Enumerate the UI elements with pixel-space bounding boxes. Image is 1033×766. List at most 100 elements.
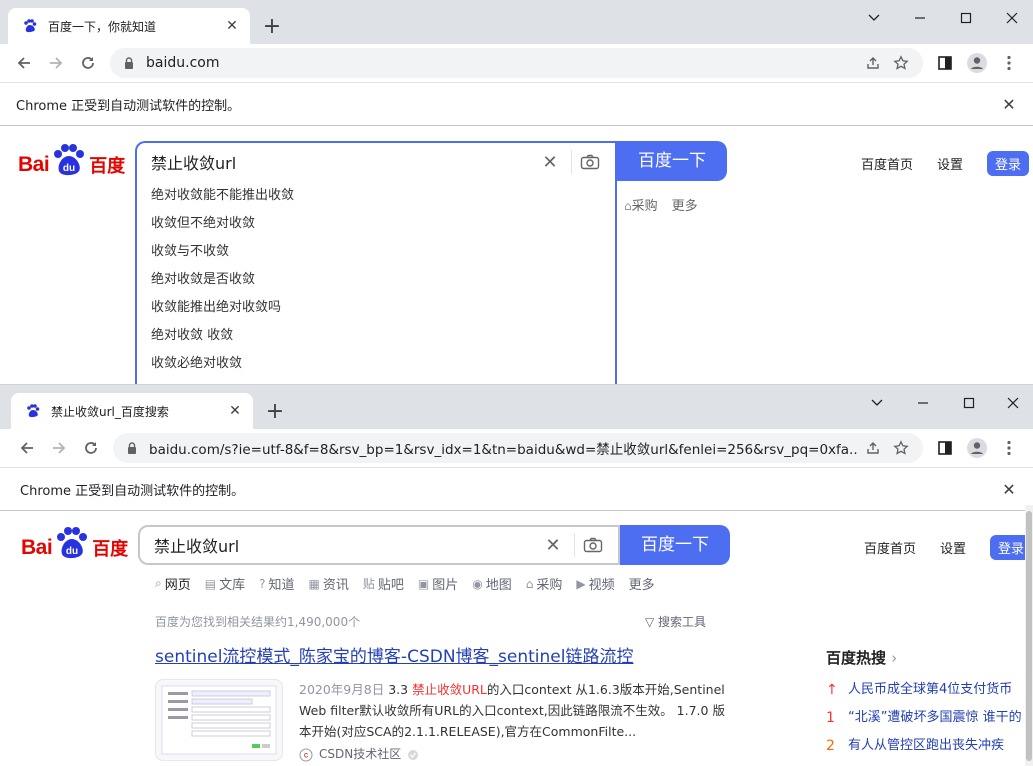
camera-icon[interactable]: [574, 533, 610, 557]
tab-video[interactable]: ▶ 视频: [576, 574, 614, 594]
side-panel-icon[interactable]: [929, 432, 961, 464]
reload-button[interactable]: [75, 432, 107, 464]
tab-label: 采购: [536, 578, 563, 593]
automation-infobar: Chrome 正受到自动测试软件的控制。 ✕: [0, 467, 1033, 511]
close-window-button[interactable]: [989, 4, 1033, 32]
clear-icon[interactable]: ✕: [540, 535, 566, 556]
search-input[interactable]: 禁止收敛url ✕: [135, 141, 617, 181]
search-button[interactable]: 百度一下: [617, 141, 727, 181]
svg-text:C: C: [304, 753, 309, 759]
snippet-prefix: 3.3: [388, 682, 413, 697]
tab-map[interactable]: ◉ 地图: [472, 574, 512, 594]
suggestion-item[interactable]: 绝对收敛是否收敛: [137, 266, 615, 294]
csdn-logo-icon: C: [299, 748, 313, 761]
suggestion-item[interactable]: 收敛与不收敛: [137, 238, 615, 266]
side-panel-icon[interactable]: [929, 47, 961, 79]
tab-search-button[interactable]: [851, 4, 897, 32]
paw-logo-icon: du: [57, 527, 88, 559]
menu-kebab-icon[interactable]: [993, 47, 1025, 79]
search-button[interactable]: 百度一下: [620, 525, 730, 565]
search-tools-button[interactable]: ▽ 搜索工具: [645, 613, 706, 630]
back-button[interactable]: [8, 47, 40, 79]
share-icon[interactable]: [859, 49, 887, 77]
search-category-tabs: ⌕ 网页 ▤ 文库 ? 知道 ▦ 资讯 贴贴吧 ▣ 图片 ◉ 地图 ⌂ 采购 ▶ 视频 更多: [155, 574, 655, 593]
lock-icon: [128, 442, 136, 454]
address-bar[interactable]: baidu.com: [110, 48, 923, 78]
new-tab-button[interactable]: +: [258, 14, 286, 42]
minimize-button[interactable]: [897, 4, 943, 32]
safety-badge-icon: [408, 749, 419, 760]
tab-close-icon[interactable]: ✕: [224, 18, 240, 34]
new-tab-button[interactable]: +: [261, 399, 289, 427]
search-input[interactable]: 禁止收敛url ✕: [138, 525, 620, 565]
suggestion-item[interactable]: 收敛能推出绝对收敛吗: [137, 294, 615, 322]
nav-settings-link[interactable]: 设置: [937, 154, 963, 173]
tab-search-results[interactable]: 禁止收敛url_百度搜索 ✕: [11, 393, 253, 429]
reload-button[interactable]: [72, 47, 104, 79]
close-window-button[interactable]: [990, 389, 1033, 417]
suggestion-item[interactable]: 绝对收敛能不能推出收敛: [137, 182, 615, 210]
hot-search-title[interactable]: 百度热搜 ›: [826, 647, 1033, 668]
tab-label: 更多: [628, 578, 655, 593]
tab-wenku[interactable]: ▤ 文库: [204, 574, 246, 594]
baidu-logo[interactable]: Bai du 百度: [18, 144, 125, 178]
hot-item[interactable]: ↑ 人民币成全球第4位支付货币: [826, 676, 1033, 704]
forward-button[interactable]: [40, 47, 72, 79]
profile-avatar[interactable]: [961, 432, 993, 464]
hot-item[interactable]: 1 “北溪”遭破坏多国震惊 谁干的: [826, 704, 1033, 732]
hot-item[interactable]: 2 有人从管控区跑出丧失冲疾: [826, 732, 1033, 760]
result-source[interactable]: C CSDN技术社区: [299, 744, 725, 765]
forward-button[interactable]: [43, 432, 75, 464]
nav-home-link[interactable]: 百度首页: [861, 154, 913, 173]
maximize-button[interactable]: [943, 4, 989, 32]
page-scrollbar[interactable]: [1025, 505, 1033, 766]
tab-tieba[interactable]: 贴贴吧: [363, 574, 404, 593]
share-icon[interactable]: [859, 434, 887, 462]
clear-icon[interactable]: ✕: [537, 152, 563, 173]
maximize-button[interactable]: [946, 389, 992, 417]
scrollbar-thumb[interactable]: [1026, 511, 1032, 761]
suggestion-item[interactable]: 绝对收敛 收敛: [137, 322, 615, 350]
lock-icon: [125, 57, 133, 69]
menu-kebab-icon[interactable]: [993, 432, 1025, 464]
logo-du: du: [63, 163, 75, 174]
profile-avatar[interactable]: [961, 47, 993, 79]
tab-zhidao[interactable]: ? 知道: [259, 574, 294, 594]
tab-images[interactable]: ▣ 图片: [418, 574, 458, 594]
filter-icon: ▽: [645, 615, 659, 629]
search-tools-label: 搜索工具: [658, 615, 707, 629]
infobar-close-icon[interactable]: ✕: [1001, 480, 1017, 499]
paw-logo-icon: du: [54, 144, 85, 176]
bookmark-star-icon[interactable]: [887, 434, 915, 462]
result-title-link[interactable]: sentinel流控模式_陈家宝的博客-CSDN博客_sentinel链路流控: [155, 642, 725, 667]
hot-item-text: “北溪”遭破坏多国震惊 谁干的: [848, 710, 1022, 725]
tab-web[interactable]: ⌕ 网页: [155, 574, 191, 593]
tab-close-icon[interactable]: ✕: [227, 403, 243, 419]
tab-news[interactable]: ▦ 资讯: [309, 574, 349, 594]
source-name: CSDN技术社区: [319, 747, 402, 761]
side-link-more[interactable]: 更多: [672, 195, 698, 214]
login-button[interactable]: 登录: [987, 151, 1030, 176]
tab-label: 文库: [219, 578, 246, 593]
infobar-close-icon[interactable]: ✕: [1001, 95, 1017, 114]
tab-baidu-home[interactable]: 百度一下，你就知道 ✕: [8, 8, 250, 44]
tab-purchase[interactable]: ⌂ 采购: [526, 574, 563, 594]
back-button[interactable]: [11, 432, 43, 464]
toolbar: baidu.com: [0, 44, 1033, 82]
suggestion-item[interactable]: 收敛必绝对收敛: [137, 350, 615, 378]
tab-more[interactable]: 更多: [629, 574, 655, 593]
side-link-purchase[interactable]: ⌂采购: [624, 195, 658, 214]
nav-home-link[interactable]: 百度首页: [864, 538, 916, 557]
baidu-logo[interactable]: Bai du 百度: [21, 527, 128, 561]
address-bar[interactable]: baidu.com/s?ie=utf-8&f=8&rsv_bp=1&rsv_id…: [113, 433, 923, 463]
search-query: 禁止收敛url: [154, 537, 240, 556]
document-icon: ▤: [204, 576, 217, 591]
snippet-highlight: 禁止收敛URL: [412, 682, 487, 697]
tab-search-button[interactable]: [854, 389, 900, 417]
minimize-button[interactable]: [900, 389, 946, 417]
bookmark-star-icon[interactable]: [887, 49, 915, 77]
result-thumbnail[interactable]: [155, 679, 283, 761]
nav-settings-link[interactable]: 设置: [940, 538, 966, 557]
suggestion-item[interactable]: 收敛但不绝对收敛: [137, 210, 615, 238]
camera-icon[interactable]: [571, 150, 607, 174]
